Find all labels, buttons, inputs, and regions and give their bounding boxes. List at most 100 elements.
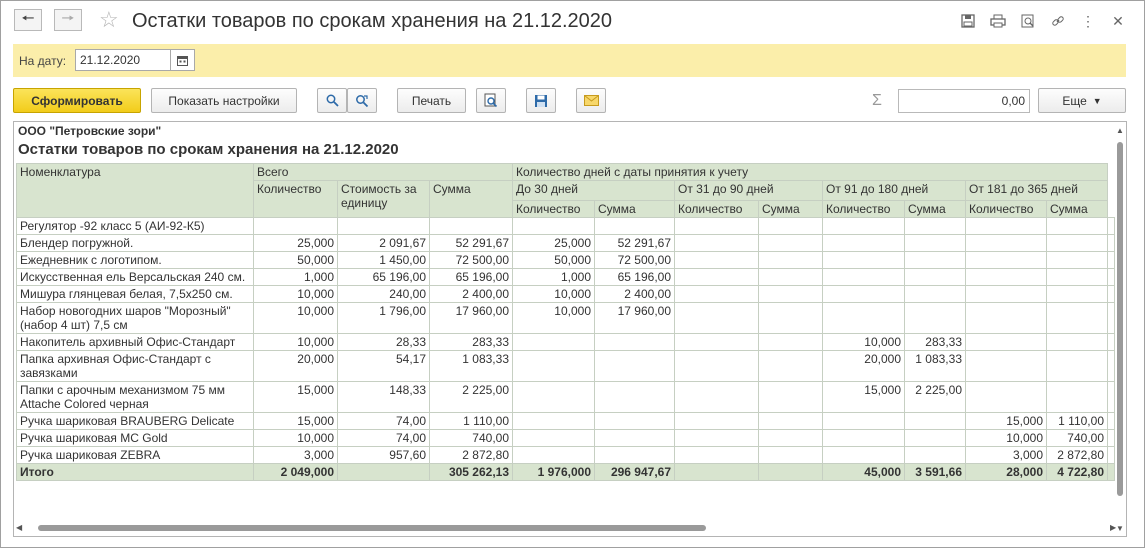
row-cell: 28,000 xyxy=(965,463,1047,481)
search-next-button[interactable] xyxy=(347,88,377,113)
title-bar: 🠔 🠖 ☆ Остатки товаров по срокам хранения… xyxy=(1,1,1144,41)
row-cell xyxy=(822,302,905,334)
table-row[interactable]: Ручка шариковая MC Gold 10,000 74,00 740,00… xyxy=(16,429,1115,447)
generate-button[interactable]: Сформировать xyxy=(13,88,141,113)
table-row[interactable]: Блендер погружной. 25,000 2 091,67 52 291,6… xyxy=(16,234,1115,252)
row-cell xyxy=(1046,234,1108,252)
table-row[interactable]: Папка архивная Офис-Стандарт с завязками… xyxy=(16,350,1115,382)
favorite-star-icon[interactable]: ☆ xyxy=(99,8,119,32)
row-cell xyxy=(674,350,759,382)
table-row[interactable]: Ручка шариковая ZEBRA 3,000 957,60 2 872,80… xyxy=(16,446,1115,464)
row-cell xyxy=(1046,285,1108,303)
row-cell xyxy=(594,412,675,430)
row-cell xyxy=(1046,302,1108,334)
row-cell xyxy=(965,217,1047,235)
window-title: Остатки товаров по срокам хранения на 21… xyxy=(132,10,613,32)
row-cell: 10,000 xyxy=(253,429,338,447)
row-cell xyxy=(1046,333,1108,351)
row-cell: 65 196,00 xyxy=(594,268,675,286)
scroll-right-icon[interactable]: ▶ xyxy=(1110,523,1116,532)
row-name: Папки с арочным механизмом 75 мм Attache… xyxy=(16,381,254,413)
row-cell xyxy=(253,217,338,235)
row-cell xyxy=(822,251,905,269)
save-button[interactable] xyxy=(526,88,556,113)
row-cell xyxy=(674,268,759,286)
row-cell: 740,00 xyxy=(429,429,513,447)
save-icon[interactable] xyxy=(959,12,977,30)
search-button[interactable] xyxy=(317,88,347,113)
row-cell: 240,00 xyxy=(337,285,430,303)
row-filler xyxy=(1107,268,1115,286)
scroll-left-icon[interactable]: ◀ xyxy=(16,523,22,532)
row-filler xyxy=(1107,285,1115,303)
row-cell xyxy=(822,268,905,286)
row-filler xyxy=(1107,463,1115,481)
table-row[interactable]: Набор новогодних шаров "Морозный" (набор… xyxy=(16,302,1115,334)
row-cell: 1 110,00 xyxy=(429,412,513,430)
table-row[interactable]: Ежедневник с логотипом. 50,000 1 450,00 72 … xyxy=(16,251,1115,269)
calendar-icon[interactable] xyxy=(171,49,195,71)
arrow-right-icon: 🠖 xyxy=(61,9,75,27)
header-p2-sum: Сумма xyxy=(758,200,823,218)
report-title: Остатки товаров по срокам хранения на 21… xyxy=(18,141,399,158)
row-cell: 957,60 xyxy=(337,446,430,464)
row-cell: 50,000 xyxy=(253,251,338,269)
row-cell: 1,000 xyxy=(253,268,338,286)
total-row[interactable]: Итого 2 049,000 305 262,13 1 976,000 296 947… xyxy=(16,463,1115,481)
row-cell xyxy=(337,463,430,481)
row-cell xyxy=(594,429,675,447)
row-cell: 283,33 xyxy=(904,333,966,351)
row-cell xyxy=(758,446,823,464)
row-cell xyxy=(1046,350,1108,382)
forward-button[interactable]: 🠖 xyxy=(54,9,82,31)
close-icon[interactable]: ✕ xyxy=(1109,12,1127,30)
row-cell xyxy=(512,350,595,382)
table-row[interactable]: Искусственная ель Версальская 240 см. 1,0… xyxy=(16,268,1115,286)
vertical-scroll-thumb[interactable] xyxy=(1117,142,1123,496)
row-cell: 1 976,000 xyxy=(512,463,595,481)
horizontal-scroll-thumb[interactable] xyxy=(38,525,706,531)
row-cell: 1,000 xyxy=(512,268,595,286)
print-preview-button[interactable] xyxy=(476,88,506,113)
row-cell: 3 591,66 xyxy=(904,463,966,481)
sum-field[interactable]: 0,00 xyxy=(898,89,1030,113)
row-cell: 54,17 xyxy=(337,350,430,382)
table-row[interactable]: Ручка шариковая BRAUBERG Delicate 15,000 7… xyxy=(16,412,1115,430)
table-row[interactable]: Папки с арочным механизмом 75 мм Attache… xyxy=(16,381,1115,413)
link-icon[interactable] xyxy=(1049,12,1067,30)
row-cell xyxy=(674,463,759,481)
table-row[interactable]: Регулятор -92 класс 5 (АИ-92-К5) xyxy=(16,217,1115,235)
horizontal-scrollbar[interactable]: ◀ ▶ xyxy=(16,523,1116,533)
show-settings-button[interactable]: Показать настройки xyxy=(151,88,297,113)
print-button[interactable]: Печать xyxy=(397,88,466,113)
row-cell: 20,000 xyxy=(822,350,905,382)
scroll-down-icon[interactable]: ▼ xyxy=(1116,524,1124,533)
more-vertical-icon[interactable]: ⋮ xyxy=(1079,12,1097,30)
table-row[interactable]: Мишура глянцевая белая, 7,5х250 см. 10,00… xyxy=(16,285,1115,303)
row-cell xyxy=(1046,268,1108,286)
header-p1-quantity: Количество xyxy=(512,200,595,218)
date-input[interactable]: 21.12.2020 xyxy=(75,49,171,71)
row-filler xyxy=(1107,234,1115,252)
vertical-scrollbar[interactable]: ▲ ▼ xyxy=(1115,126,1125,534)
row-cell: 1 083,33 xyxy=(904,350,966,382)
row-cell xyxy=(965,234,1047,252)
preview-icon[interactable] xyxy=(1019,12,1037,30)
report-area[interactable]: ООО "Петровские зори" Остатки товаров по… xyxy=(13,121,1127,537)
send-email-button[interactable] xyxy=(576,88,606,113)
row-cell xyxy=(674,217,759,235)
row-filler xyxy=(1107,302,1115,334)
print-icon[interactable] xyxy=(989,12,1007,30)
table-row[interactable]: Накопитель архивный Офис-Стандарт 10,000 2… xyxy=(16,333,1115,351)
row-name: Искусственная ель Версальская 240 см. xyxy=(16,268,254,286)
row-filler xyxy=(1107,217,1115,235)
row-cell: 25,000 xyxy=(253,234,338,252)
scroll-up-icon[interactable]: ▲ xyxy=(1116,126,1124,135)
back-button[interactable]: 🠔 xyxy=(14,9,42,31)
row-cell: 65 196,00 xyxy=(429,268,513,286)
row-cell: 296 947,67 xyxy=(594,463,675,481)
more-button[interactable]: Еще ▼ xyxy=(1038,88,1126,113)
row-cell: 1 450,00 xyxy=(337,251,430,269)
sigma-icon: Σ xyxy=(872,92,882,109)
date-label: На дату: xyxy=(19,54,67,68)
